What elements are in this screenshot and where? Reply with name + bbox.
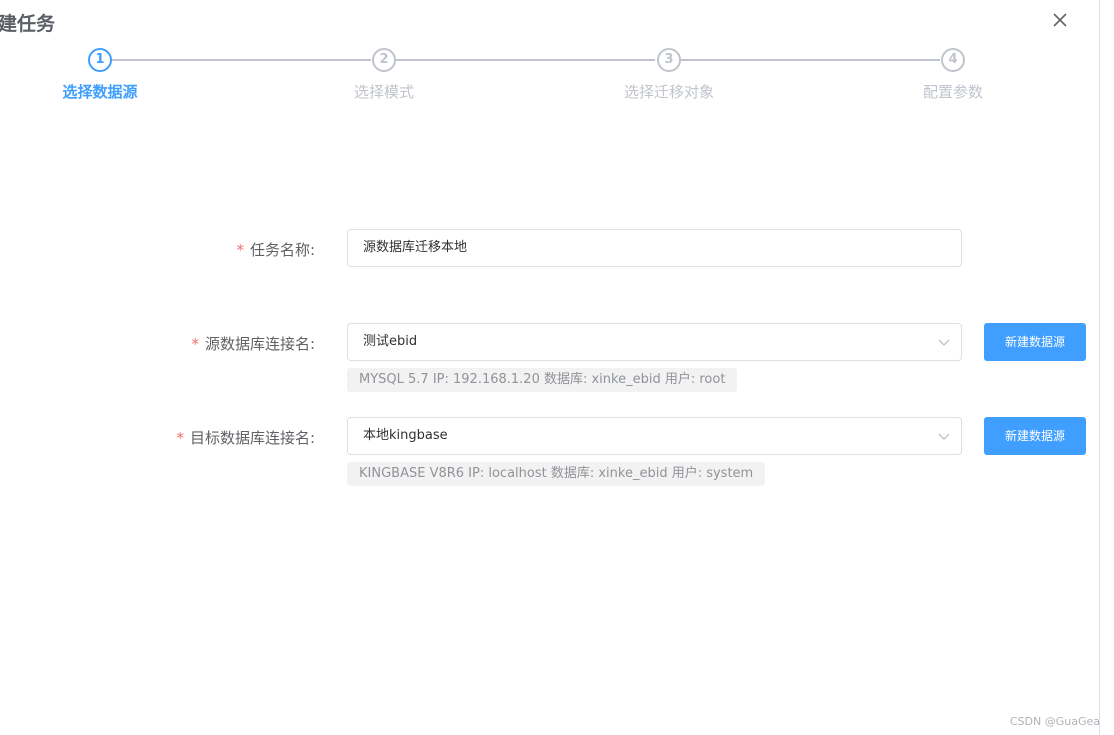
step-title: 选择模式: [353, 83, 414, 101]
new-datasource-button[interactable]: 新建数据源: [984, 323, 1086, 361]
close-icon: [1053, 13, 1067, 27]
label-text: 源数据库连接名:: [204, 335, 315, 353]
step-number: 2: [372, 48, 396, 72]
step-title: 选择数据源: [62, 83, 138, 101]
step-1: 1 选择数据源: [20, 48, 180, 102]
select-value: 本地kingbase: [363, 428, 448, 443]
step-title: 配置参数: [922, 83, 983, 101]
step-number: 3: [657, 48, 681, 72]
scrollbar-track[interactable]: [1099, 0, 1114, 735]
chevron-down-icon: [938, 433, 950, 440]
source-connection-label: * 源数据库连接名:: [191, 333, 315, 354]
label-text: 任务名称:: [249, 241, 315, 259]
step-number: 4: [941, 48, 965, 72]
step-number: 1: [88, 48, 112, 72]
required-mark: *: [176, 429, 184, 447]
required-mark: *: [236, 241, 244, 259]
source-connection-select[interactable]: 测试ebid: [347, 323, 962, 361]
label-text: 目标数据库连接名:: [189, 429, 315, 447]
steps-bar: 1 选择数据源 2 选择模式 3 选择迁移对象 4 配置参数: [0, 48, 1100, 108]
watermark: CSDN @GuaGea: [1009, 715, 1100, 728]
step-4: 4 配置参数: [873, 48, 1033, 102]
new-datasource-button[interactable]: 新建数据源: [984, 417, 1086, 455]
step-2: 2 选择模式: [304, 48, 464, 102]
task-name-input[interactable]: 源数据库迁移本地: [347, 229, 962, 267]
input-value: 源数据库迁移本地: [363, 240, 468, 255]
chevron-down-icon: [938, 339, 950, 346]
create-task-dialog: 建任务 1 选择数据源 2 选择模式 3 选择迁移对象 4 配置参数 * 任务名…: [0, 0, 1100, 735]
source-connection-info: MYSQL 5.7 IP: 192.168.1.20 数据库: xinke_eb…: [347, 368, 738, 392]
task-name-label: * 任务名称:: [236, 239, 315, 260]
step-3: 3 选择迁移对象: [589, 48, 749, 102]
step-title: 选择迁移对象: [623, 83, 714, 101]
select-value: 测试ebid: [363, 334, 418, 349]
dialog-title: 建任务: [0, 13, 56, 35]
required-mark: *: [191, 335, 199, 353]
target-connection-info: KINGBASE V8R6 IP: localhost 数据库: xinke_e…: [347, 462, 766, 486]
close-button[interactable]: [1050, 10, 1070, 30]
target-connection-select[interactable]: 本地kingbase: [347, 417, 962, 455]
target-connection-label: * 目标数据库连接名:: [176, 427, 315, 448]
